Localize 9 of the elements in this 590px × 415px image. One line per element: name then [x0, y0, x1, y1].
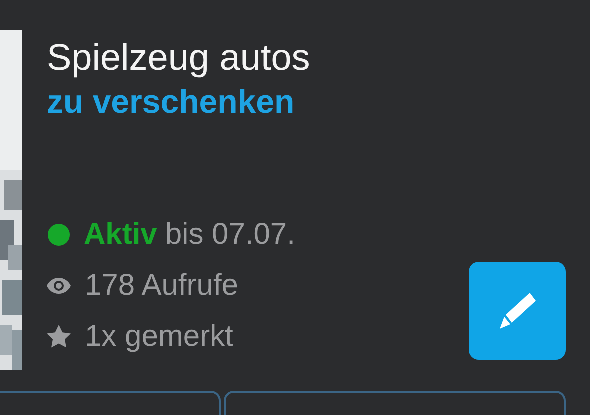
views-count: 178 Aufrufe: [85, 268, 238, 302]
listing-title: Spielzeug autos: [47, 36, 310, 80]
edit-button[interactable]: [469, 262, 566, 360]
status-label: Aktiv: [84, 218, 158, 252]
status-date: bis 07.07.: [165, 218, 296, 252]
eye-icon: [47, 278, 71, 294]
star-icon: [47, 325, 71, 348]
listing-subtitle: zu verschenken: [47, 82, 295, 122]
bookmark-count: 1x gemerkt: [85, 320, 234, 354]
